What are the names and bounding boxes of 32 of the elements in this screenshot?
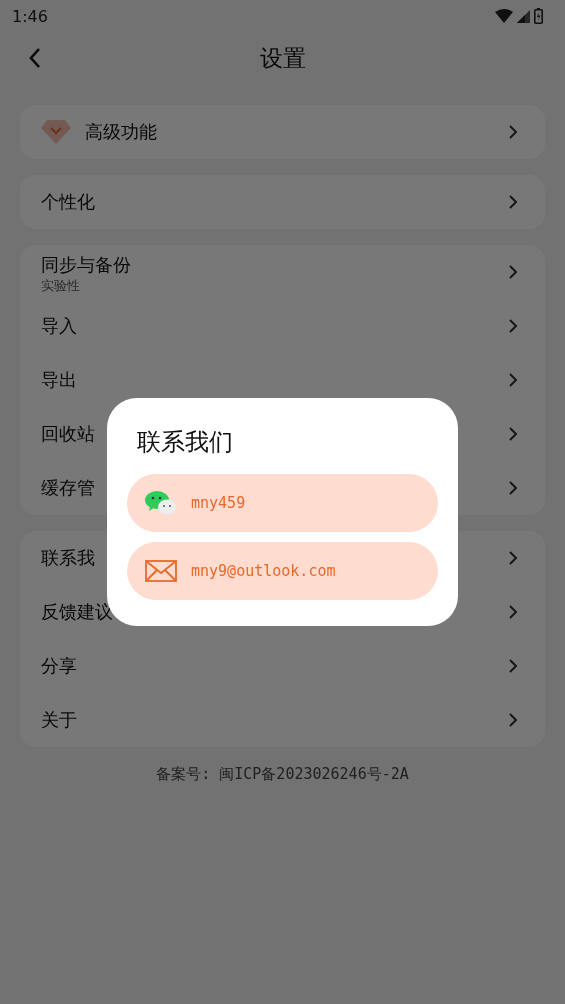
setting-label[interactable]: 高级功能 — [85, 120, 493, 144]
setting-label[interactable]: 关于 — [41, 708, 493, 732]
dialog-title: 联系我们 — [136, 427, 234, 458]
envelope-icon — [145, 560, 177, 582]
setting-subtitle: 实验性 — [41, 277, 81, 295]
contact-option[interactable]: mny9@outlook.com — [127, 542, 438, 600]
setting-label[interactable]: 同步与备份 — [41, 253, 493, 277]
chevron-right-icon — [509, 481, 517, 495]
setting-label[interactable]: 分享 — [41, 654, 493, 678]
status-time: 1:46 — [12, 6, 48, 26]
setting-label[interactable]: 导入 — [41, 314, 493, 338]
battery-icon — [534, 8, 543, 24]
signal-icon — [517, 9, 530, 23]
contact-option[interactable]: mny459 — [127, 474, 438, 532]
chevron-right-icon — [509, 125, 517, 139]
chevron-right-icon — [509, 319, 517, 333]
chat-bubbles-icon — [145, 490, 177, 516]
back-icon[interactable] — [28, 47, 42, 69]
chevron-right-icon — [509, 427, 517, 441]
chevron-right-icon — [509, 713, 517, 727]
chevron-right-icon — [509, 265, 517, 279]
setting-label[interactable]: 个性化 — [41, 190, 493, 214]
page-title: 设置 — [259, 43, 306, 73]
wifi-icon — [495, 9, 513, 23]
chevron-right-icon — [509, 195, 517, 209]
diamond-icon — [41, 119, 71, 145]
chevron-right-icon — [509, 551, 517, 565]
chevron-right-icon — [509, 373, 517, 387]
setting-label[interactable]: 导出 — [41, 368, 493, 392]
chevron-right-icon — [509, 659, 517, 673]
chevron-right-icon — [509, 605, 517, 619]
icp-footer: 备案号: 闽ICP备2023026246号-2A — [0, 765, 565, 784]
